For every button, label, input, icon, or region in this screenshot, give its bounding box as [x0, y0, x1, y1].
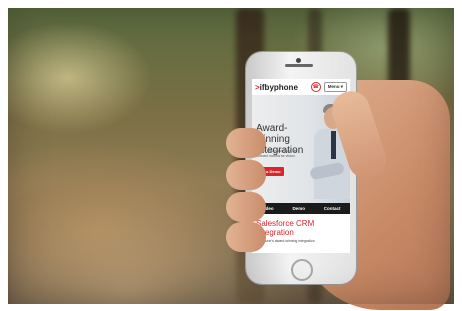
- photo-vignette: [8, 8, 454, 304]
